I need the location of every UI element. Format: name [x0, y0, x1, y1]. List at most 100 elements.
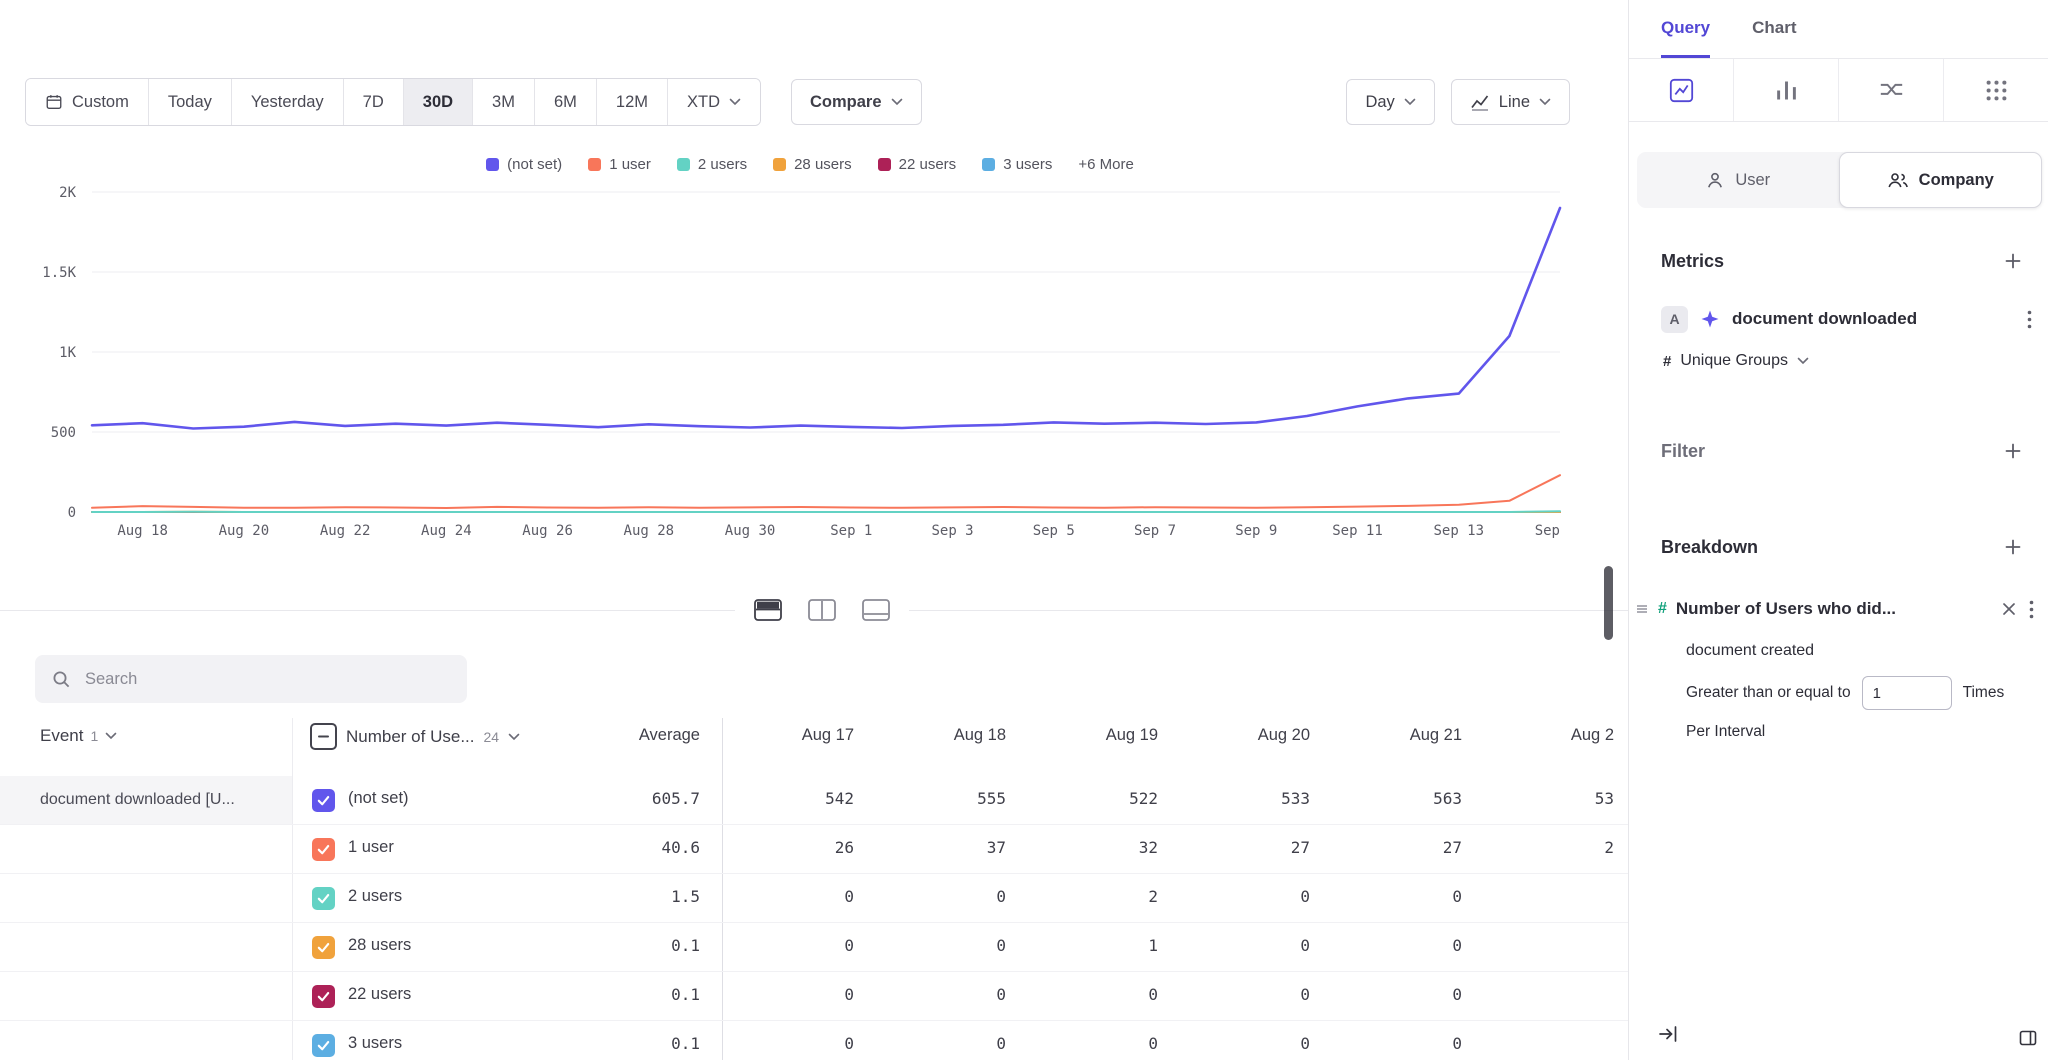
- tab-query[interactable]: Query: [1661, 0, 1710, 58]
- legend-item[interactable]: 22 users: [878, 156, 957, 173]
- collapse-panel-button[interactable]: [1655, 1021, 1681, 1047]
- event-list-item[interactable]: document downloaded [U...: [0, 776, 292, 824]
- series-header-label: Number of Use...: [346, 727, 475, 747]
- table-row: 1 user 40.6 26373227272: [0, 825, 1628, 874]
- value-cell: 0: [1178, 887, 1310, 906]
- add-breakdown-button[interactable]: [2000, 534, 2026, 560]
- series-checkbox[interactable]: [312, 789, 335, 812]
- search-input[interactable]: [83, 669, 451, 690]
- legend-item[interactable]: 1 user: [588, 156, 651, 173]
- event-column-header[interactable]: Event 1: [40, 726, 117, 746]
- average-cell: 605.7: [560, 789, 700, 808]
- granularity-button[interactable]: Day: [1346, 79, 1434, 125]
- value-cell: 0: [722, 985, 854, 1004]
- legend-more[interactable]: +6 More: [1078, 156, 1133, 173]
- series-checkbox[interactable]: [312, 1034, 335, 1057]
- date-range-option[interactable]: Today: [149, 79, 232, 125]
- series-column-header[interactable]: Number of Use... 24: [310, 723, 520, 750]
- threshold-input[interactable]: [1862, 676, 1952, 710]
- chart-type-bar-tab[interactable]: [1734, 59, 1839, 121]
- legend-item[interactable]: (not set): [486, 156, 562, 173]
- close-icon: [2002, 602, 2016, 616]
- condition-label[interactable]: Greater than or equal to: [1686, 684, 1851, 702]
- vertical-scrollbar[interactable]: [1604, 566, 1613, 640]
- chart-type-flow-tab[interactable]: [1839, 59, 1944, 121]
- value-cell: 2: [1482, 838, 1614, 857]
- svg-text:Aug 22: Aug 22: [320, 523, 371, 539]
- chart-type-line-tab[interactable]: [1629, 59, 1734, 121]
- legend-swatch-icon: [588, 158, 601, 171]
- date-range-option[interactable]: 12M: [597, 79, 668, 125]
- tab-right-icon: [1657, 1023, 1679, 1045]
- date-range-option[interactable]: 6M: [535, 79, 597, 125]
- table-column-header[interactable]: Aug 2: [1482, 726, 1614, 745]
- user-toggle-button[interactable]: User: [1637, 152, 1839, 208]
- layout-toggle-group: [735, 585, 909, 635]
- series-label: 3 users: [348, 1034, 402, 1053]
- date-range-option[interactable]: 30D: [404, 79, 473, 125]
- check-icon: [316, 989, 331, 1004]
- value-cell: 0: [1178, 1034, 1310, 1053]
- search-icon: [51, 669, 71, 689]
- sidebar-toggle-button[interactable]: [2016, 1026, 2040, 1050]
- breakdown-options-button[interactable]: [2027, 598, 2036, 621]
- aggregation-selector[interactable]: # Unique Groups: [1629, 348, 2048, 374]
- date-range-option[interactable]: Custom: [26, 79, 149, 125]
- granularity-label: Day: [1365, 93, 1394, 112]
- calendar-icon: [45, 93, 63, 111]
- table-column-header[interactable]: Aug 21: [1330, 726, 1462, 745]
- metric-item[interactable]: A document downloaded: [1629, 302, 2048, 336]
- series-checkbox[interactable]: [312, 985, 335, 1008]
- series-checkbox[interactable]: [312, 838, 335, 861]
- remove-breakdown-button[interactable]: [2000, 600, 2018, 618]
- legend-item[interactable]: 2 users: [677, 156, 747, 173]
- layout-split-horizontal-button[interactable]: [751, 595, 785, 625]
- metrics-section-header: Metrics: [1629, 248, 2048, 274]
- series-checkbox[interactable]: [312, 887, 335, 910]
- per-interval-label[interactable]: Per Interval: [1629, 723, 2048, 741]
- layout-split-vertical-button[interactable]: [805, 595, 839, 625]
- value-cell: 0: [1330, 985, 1462, 1004]
- kebab-icon: [2027, 310, 2032, 329]
- company-toggle-button[interactable]: Company: [1839, 152, 2043, 208]
- tab-chart[interactable]: Chart: [1752, 0, 1796, 58]
- line-chart[interactable]: 05001K1.5K2KAug 18Aug 20Aug 22Aug 24Aug …: [30, 182, 1568, 554]
- value-cell: 542: [722, 789, 854, 808]
- average-cell: 0.1: [560, 1034, 700, 1053]
- date-range-option[interactable]: 3M: [473, 79, 535, 125]
- value-cell: 0: [722, 1034, 854, 1053]
- table-row: 28 users 0.1 00100: [0, 923, 1628, 972]
- date-range-option[interactable]: XTD: [668, 79, 760, 125]
- legend-item[interactable]: 3 users: [982, 156, 1052, 173]
- chevron-down-icon: [891, 98, 903, 106]
- date-range-option[interactable]: 7D: [344, 79, 404, 125]
- table-column-header[interactable]: Aug 19: [1026, 726, 1158, 745]
- date-range-label: Yesterday: [251, 93, 324, 112]
- breakdown-property-name[interactable]: Number of Users who did...: [1676, 599, 1991, 619]
- layout-bottom-panel-button[interactable]: [859, 595, 893, 625]
- table-column-header[interactable]: Aug 20: [1178, 726, 1310, 745]
- breakdown-event-label[interactable]: document created: [1629, 642, 2048, 660]
- series-checkbox[interactable]: [312, 936, 335, 959]
- add-metric-button[interactable]: [2000, 248, 2026, 274]
- legend-item[interactable]: 28 users: [773, 156, 852, 173]
- select-all-checkbox[interactable]: [310, 723, 337, 750]
- table-row: 22 users 0.1 00000: [0, 972, 1628, 1021]
- legend-label: 3 users: [1003, 156, 1052, 173]
- table-column-header[interactable]: Aug 18: [874, 726, 1006, 745]
- date-range-control: Custom Today Yesterday 7D 30D 3M 6M 12M …: [25, 78, 761, 126]
- table-column-header[interactable]: Aug 17: [722, 726, 854, 745]
- chevron-down-icon: [729, 98, 741, 106]
- legend-swatch-icon: [677, 158, 690, 171]
- date-range-option[interactable]: Yesterday: [232, 79, 344, 125]
- split-horizontal-icon: [753, 597, 783, 623]
- metric-options-button[interactable]: [2025, 308, 2034, 331]
- compare-button[interactable]: Compare: [791, 79, 922, 125]
- add-filter-button[interactable]: [2000, 438, 2026, 464]
- average-column-header[interactable]: Average: [560, 726, 700, 745]
- date-range-label: 3M: [492, 93, 515, 112]
- chart-type-grid-tab[interactable]: [1944, 59, 2048, 121]
- chart-style-button[interactable]: Line: [1451, 79, 1570, 125]
- check-icon: [316, 793, 331, 808]
- drag-handle-icon[interactable]: [1635, 603, 1649, 615]
